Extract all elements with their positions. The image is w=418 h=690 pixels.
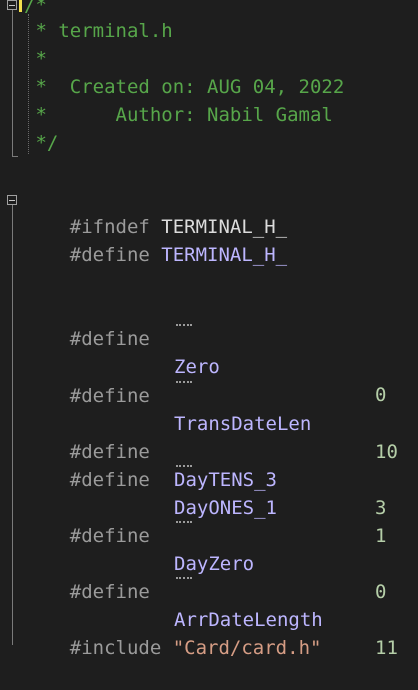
- hint-underline: [176, 462, 192, 467]
- preprocessor-directive: #define: [69, 244, 150, 266]
- macro-value: 0: [375, 384, 387, 406]
- fold-guide-line: [12, 205, 13, 645]
- include-path: "Card/card.h": [172, 637, 322, 659]
- preprocessor-directive: #define: [69, 469, 150, 491]
- bracket-highlight: [19, 0, 22, 12]
- hint-underline: [176, 378, 192, 383]
- code-line-define-guard: #define TERMINAL_H_: [24, 213, 287, 266]
- preprocessor-directive: #define: [69, 328, 150, 350]
- macro-value: 1: [375, 525, 387, 547]
- code-line-define: #define DayZero 0: [24, 494, 418, 603]
- code-line-define: #define DayTENS_3 3: [24, 410, 418, 519]
- preprocessor-directive: #include: [69, 637, 162, 659]
- code-line-define: #define TransDateLen 10: [24, 354, 418, 463]
- collapse-comment-icon[interactable]: [7, 0, 17, 10]
- code-line-ifndef: #ifndef TERMINAL_H_: [24, 185, 287, 238]
- hint-underline: [176, 518, 192, 523]
- fold-guide-end: [12, 156, 18, 157]
- preprocessor-directive: #define: [69, 385, 150, 407]
- macro-name: TERMINAL_H_: [161, 244, 288, 266]
- code-editor[interactable]: /* * terminal.h * * Created on: AUG 04, …: [0, 0, 418, 659]
- code-line-include: #include "Card/card.h": [24, 606, 322, 659]
- code-line-comment: * Created on: AUG 04, 2022: [24, 76, 345, 98]
- hint-underline: [176, 574, 192, 579]
- macro-name: DayTENS_3: [174, 469, 277, 491]
- preprocessor-directive: #define: [69, 525, 150, 547]
- fold-guide-line: [12, 10, 13, 156]
- macro-value: 11: [375, 637, 398, 659]
- code-line-define: #define Zero 0: [24, 297, 418, 406]
- collapse-ifndef-icon[interactable]: [7, 195, 17, 205]
- hint-underline: [176, 321, 192, 326]
- preprocessor-directive: #define: [69, 581, 150, 603]
- code-line-comment: */: [24, 132, 59, 154]
- code-line-define: #define ArrDateLength 11: [24, 550, 418, 659]
- code-line-define: #define DayONES_1 1: [24, 438, 418, 547]
- code-line-comment: * Author: Nabil Gamal: [24, 104, 333, 126]
- code-line-comment: *: [24, 48, 47, 70]
- macro-value: 0: [375, 581, 387, 603]
- code-line-comment: * terminal.h: [24, 20, 173, 42]
